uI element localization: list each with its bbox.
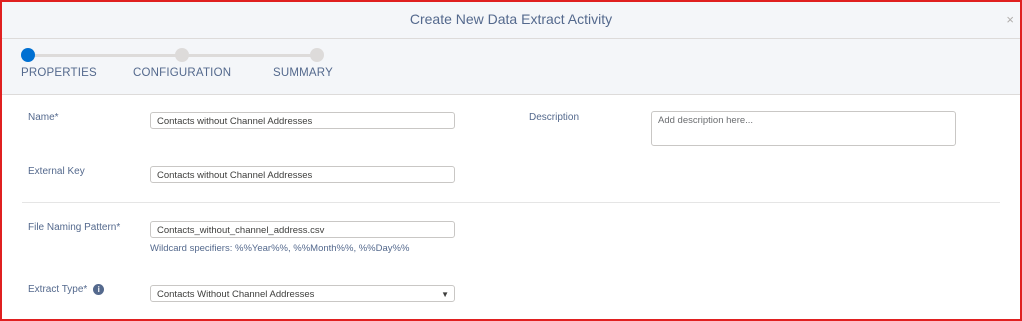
description-label: Description — [529, 112, 580, 123]
extract-type-label-text: Extract Type* — [28, 284, 88, 296]
external-key-input[interactable]: Contacts without Channel Addresses — [150, 166, 455, 183]
progress-track — [28, 54, 318, 57]
extract-type-label: Extract Type* i — [28, 284, 105, 296]
step-dot-properties[interactable] — [21, 48, 35, 62]
step-dot-summary[interactable] — [310, 48, 324, 62]
wildcard-hint: Wildcard specifiers: %%Year%%, %%Month%%… — [150, 243, 410, 254]
extract-type-value: Contacts Without Channel Addresses — [157, 289, 315, 300]
info-icon[interactable]: i — [93, 284, 105, 295]
section-divider — [22, 202, 1000, 203]
close-icon[interactable]: × — [1006, 12, 1014, 27]
step-label-configuration[interactable]: CONFIGURATION — [133, 67, 231, 79]
file-naming-pattern-label: File Naming Pattern* — [28, 222, 121, 233]
name-label: Name* — [28, 112, 59, 123]
name-input[interactable]: Contacts without Channel Addresses — [150, 112, 455, 129]
step-label-properties[interactable]: PROPERTIES — [21, 67, 97, 79]
external-key-label: External Key — [28, 166, 85, 177]
description-textarea[interactable]: Add description here... — [651, 111, 956, 146]
caret-down-icon: ▼ — [441, 290, 449, 299]
modal-dialog: Create New Data Extract Activity × PROPE… — [0, 0, 1022, 321]
modal-header: Create New Data Extract Activity × — [2, 2, 1020, 39]
file-naming-pattern-input[interactable]: Contacts_without_channel_address.csv — [150, 221, 455, 238]
extract-type-select[interactable]: Contacts Without Channel Addresses ▼ — [150, 285, 455, 302]
modal-title: Create New Data Extract Activity — [409, 11, 613, 27]
step-dot-configuration[interactable] — [175, 48, 189, 62]
step-label-summary[interactable]: SUMMARY — [273, 67, 333, 79]
progress-steps: PROPERTIES CONFIGURATION SUMMARY — [2, 39, 1020, 95]
